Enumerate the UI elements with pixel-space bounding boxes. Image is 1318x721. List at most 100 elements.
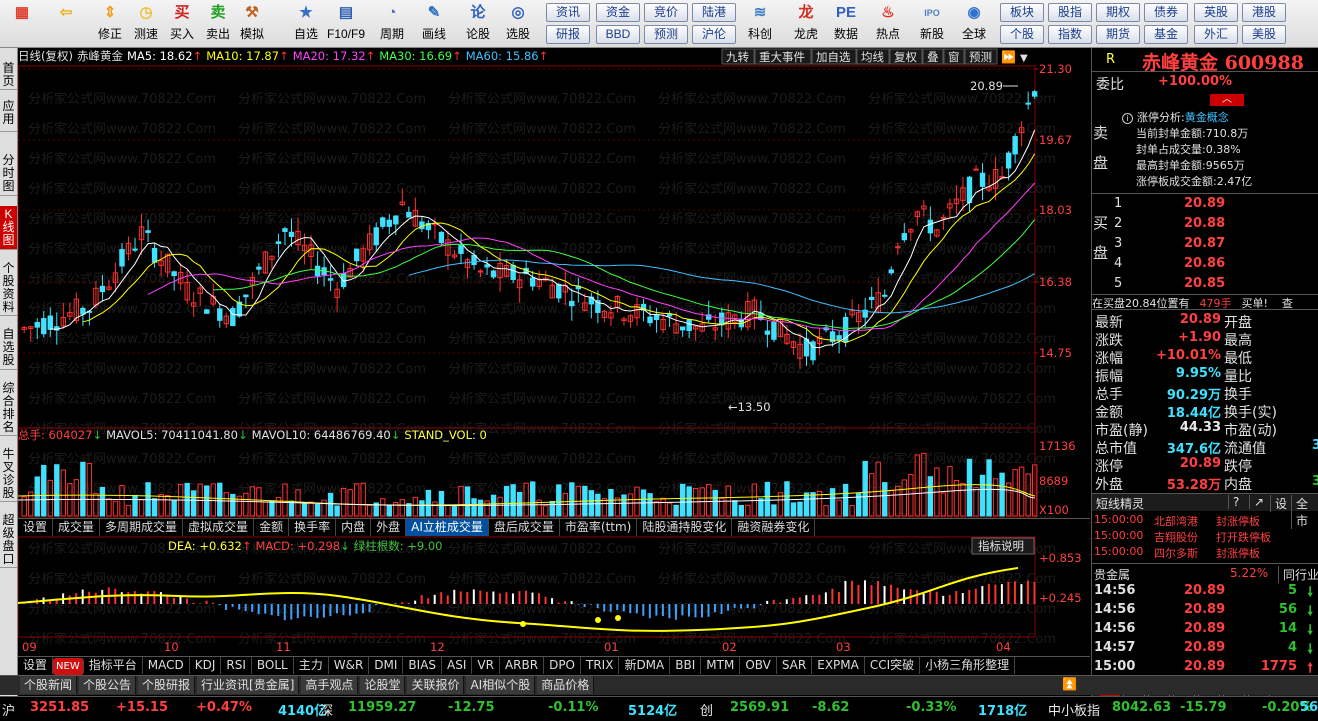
toolbar-button-13[interactable]: ≋ 科创 [740,2,780,46]
toolbar-small-button-6[interactable]: 陆港 [692,3,736,22]
status-item[interactable]: 中小板指 [1048,700,1100,719]
chart-top-button-4[interactable]: 复权 [889,48,923,65]
left-tab-5[interactable]: 自选股 [0,326,17,370]
toolbar-small-button-7[interactable]: 沪伦 [692,25,736,44]
toolbar-small-button-13[interactable]: 期货 [1096,25,1140,44]
bid-row[interactable]: 5 20.85 [1092,276,1318,294]
toolbar-button-0[interactable]: ▦ [2,2,42,46]
chart-top-button-6[interactable]: 窗 [943,48,965,65]
volume-tab-8[interactable]: AI立桩成交量 [406,519,489,536]
bid-row[interactable]: 3 20.87 [1092,236,1318,254]
indicator-tab-11[interactable]: ASI [442,657,473,674]
indicator-tab-9[interactable]: DMI [369,657,404,674]
sprite-row[interactable]: 15:00:00 四尔多斯 封涨停板 [1092,545,1318,563]
volume-tab-9[interactable]: 盘后成交量 [489,519,560,536]
news-tab-4[interactable]: 高手观点 [301,676,359,694]
toolbar-button-11[interactable]: 论论股 [458,2,498,46]
chart-top-button-2[interactable]: 加自选 [811,48,857,65]
indicator-tab-22[interactable]: CCI突破 [865,657,921,674]
kline-chart-area[interactable]: 分析家公式网www.70822.Com 分析家公式网www.70822.Com 分析… [17,48,1090,677]
chart-top-button-1[interactable]: 重大事件 [754,48,812,65]
indicator-tab-7[interactable]: 主力 [294,657,329,674]
indicator-tab-15[interactable]: TRIX [581,657,620,674]
toolbar-small-button-8[interactable]: 板块 [1000,3,1044,22]
indicator-tab-10[interactable]: BIAS [403,657,443,674]
toolbar-button-9[interactable]: ◔ 周期 [372,2,412,46]
volume-tab-4[interactable]: 金额 [254,519,290,536]
indicator-tab-2[interactable]: 指标平台 [84,657,143,674]
news-tab-8[interactable]: 商品价格 [537,676,595,694]
bid-row[interactable]: 1 20.89 [1092,196,1318,214]
left-tab-7[interactable]: 牛叉诊股 [0,446,17,502]
volume-tab-10[interactable]: 市盈率(ttm) [560,519,638,536]
toolbar-small-button-0[interactable]: 资讯 [546,3,590,22]
indicator-tab-12[interactable]: VR [472,657,500,674]
chart-top-button-7[interactable]: 预测 [964,48,998,65]
volume-tab-3[interactable]: 虚拟成交量 [183,519,255,536]
indicator-tab-6[interactable]: BOLL [252,657,294,674]
toolbar-button-18[interactable]: ◉ 全球 [954,2,994,46]
indicator-tab-3[interactable]: MACD [143,657,190,674]
toolbar-button-3[interactable]: ◷ 测速 [126,2,166,46]
indicator-tab-17[interactable]: BBI [670,657,702,674]
left-tab-0[interactable]: 首页 [0,60,17,90]
volume-tab-2[interactable]: 多周期成交量 [100,519,184,536]
news-tab-1[interactable]: 个股公告 [79,676,137,694]
toolbar-button-14[interactable]: 龙龙虎 [786,2,826,46]
toolbar-button-10[interactable]: ✎ 画线 [414,2,454,46]
toolbar-button-6[interactable]: ⚒ 模拟 [232,2,272,46]
volume-tab-0[interactable]: 设置 [18,519,54,536]
status-item[interactable]: 沪 [2,700,15,719]
volume-tab-6[interactable]: 内盘 [336,519,372,536]
status-item[interactable]: 创 [700,700,713,719]
toolbar-small-button-1[interactable]: 研报 [546,25,590,44]
chart-top-button-5[interactable]: 叠 [922,48,944,65]
indicator-tab-23[interactable]: 小杨三角形整理 [920,657,1016,674]
volume-tab-11[interactable]: 陆股通持股变化 [637,519,733,536]
indicator-tab-1[interactable]: NEW [53,658,84,675]
chart-top-button-3[interactable]: 均线 [856,48,890,65]
indicator-tab-4[interactable]: KDJ [190,657,222,674]
collapse-icon[interactable]: ︿ [1210,94,1244,106]
toolbar-button-7[interactable]: ★ 自选 [286,2,326,46]
left-tab-3[interactable]: K线图 [0,206,17,250]
news-tab-7[interactable]: AI相似个股 [466,676,536,694]
toolbar-button-12[interactable]: ◎ 选股 [498,2,538,46]
sprite-button-0[interactable]: ? [1228,495,1239,509]
toolbar-small-button-16[interactable]: 英股 [1194,3,1238,22]
toolbar-small-button-9[interactable]: 个股 [1000,25,1044,44]
news-tab-3[interactable]: 行业资讯[贵金属] [197,676,300,694]
toolbar-small-button-12[interactable]: 期权 [1096,3,1140,22]
toolbar-small-button-11[interactable]: 指数 [1048,25,1092,44]
toolbar-button-17[interactable]: IPO 新股 [912,2,952,46]
indicator-tab-0[interactable]: 设置 [18,657,54,674]
left-tab-6[interactable]: 综合排名 [0,380,17,436]
left-tab-1[interactable]: 应用 [0,98,17,132]
toolbar-button-4[interactable]: 买买入 [162,2,202,46]
volume-tab-1[interactable]: 成交量 [53,519,101,536]
same-industry-button[interactable]: 同行业 [1278,566,1318,583]
toolbar-small-button-3[interactable]: BBD [596,25,640,44]
left-tab-4[interactable]: 个股资料 [0,260,17,316]
news-tab-6[interactable]: 关联报价 [407,676,465,694]
chart-top-button-0[interactable]: 九转 [721,48,755,65]
bid-row[interactable]: 2 20.88 [1092,216,1318,234]
sprite-button-2[interactable]: 设 [1270,495,1287,512]
news-tab-5[interactable]: 论股堂 [360,676,406,694]
toolbar-button-16[interactable]: ♨ 热点 [868,2,908,46]
indicator-tab-19[interactable]: OBV [740,657,777,674]
indicator-tab-5[interactable]: RSI [221,657,252,674]
indicator-tab-20[interactable]: SAR [777,657,813,674]
scroll-up-icon[interactable]: ⏫ [1062,677,1077,691]
left-tab-8[interactable]: 超级盘口 [0,512,17,568]
left-tab-2[interactable]: 分时图 [0,152,17,196]
toolbar-button-15[interactable]: PE 数据 [826,2,866,46]
volume-tab-5[interactable]: 换手率 [289,519,337,536]
indicator-tab-8[interactable]: W&R [329,657,370,674]
indicator-tab-18[interactable]: MTM [701,657,741,674]
indicator-tab-21[interactable]: EXPMA [812,657,865,674]
status-item[interactable]: 深 [320,700,333,719]
toolbar-button-1[interactable]: ⇦ [46,2,86,46]
toolbar-small-button-5[interactable]: 预测 [644,25,688,44]
toolbar-small-button-18[interactable]: 港股 [1242,3,1286,22]
